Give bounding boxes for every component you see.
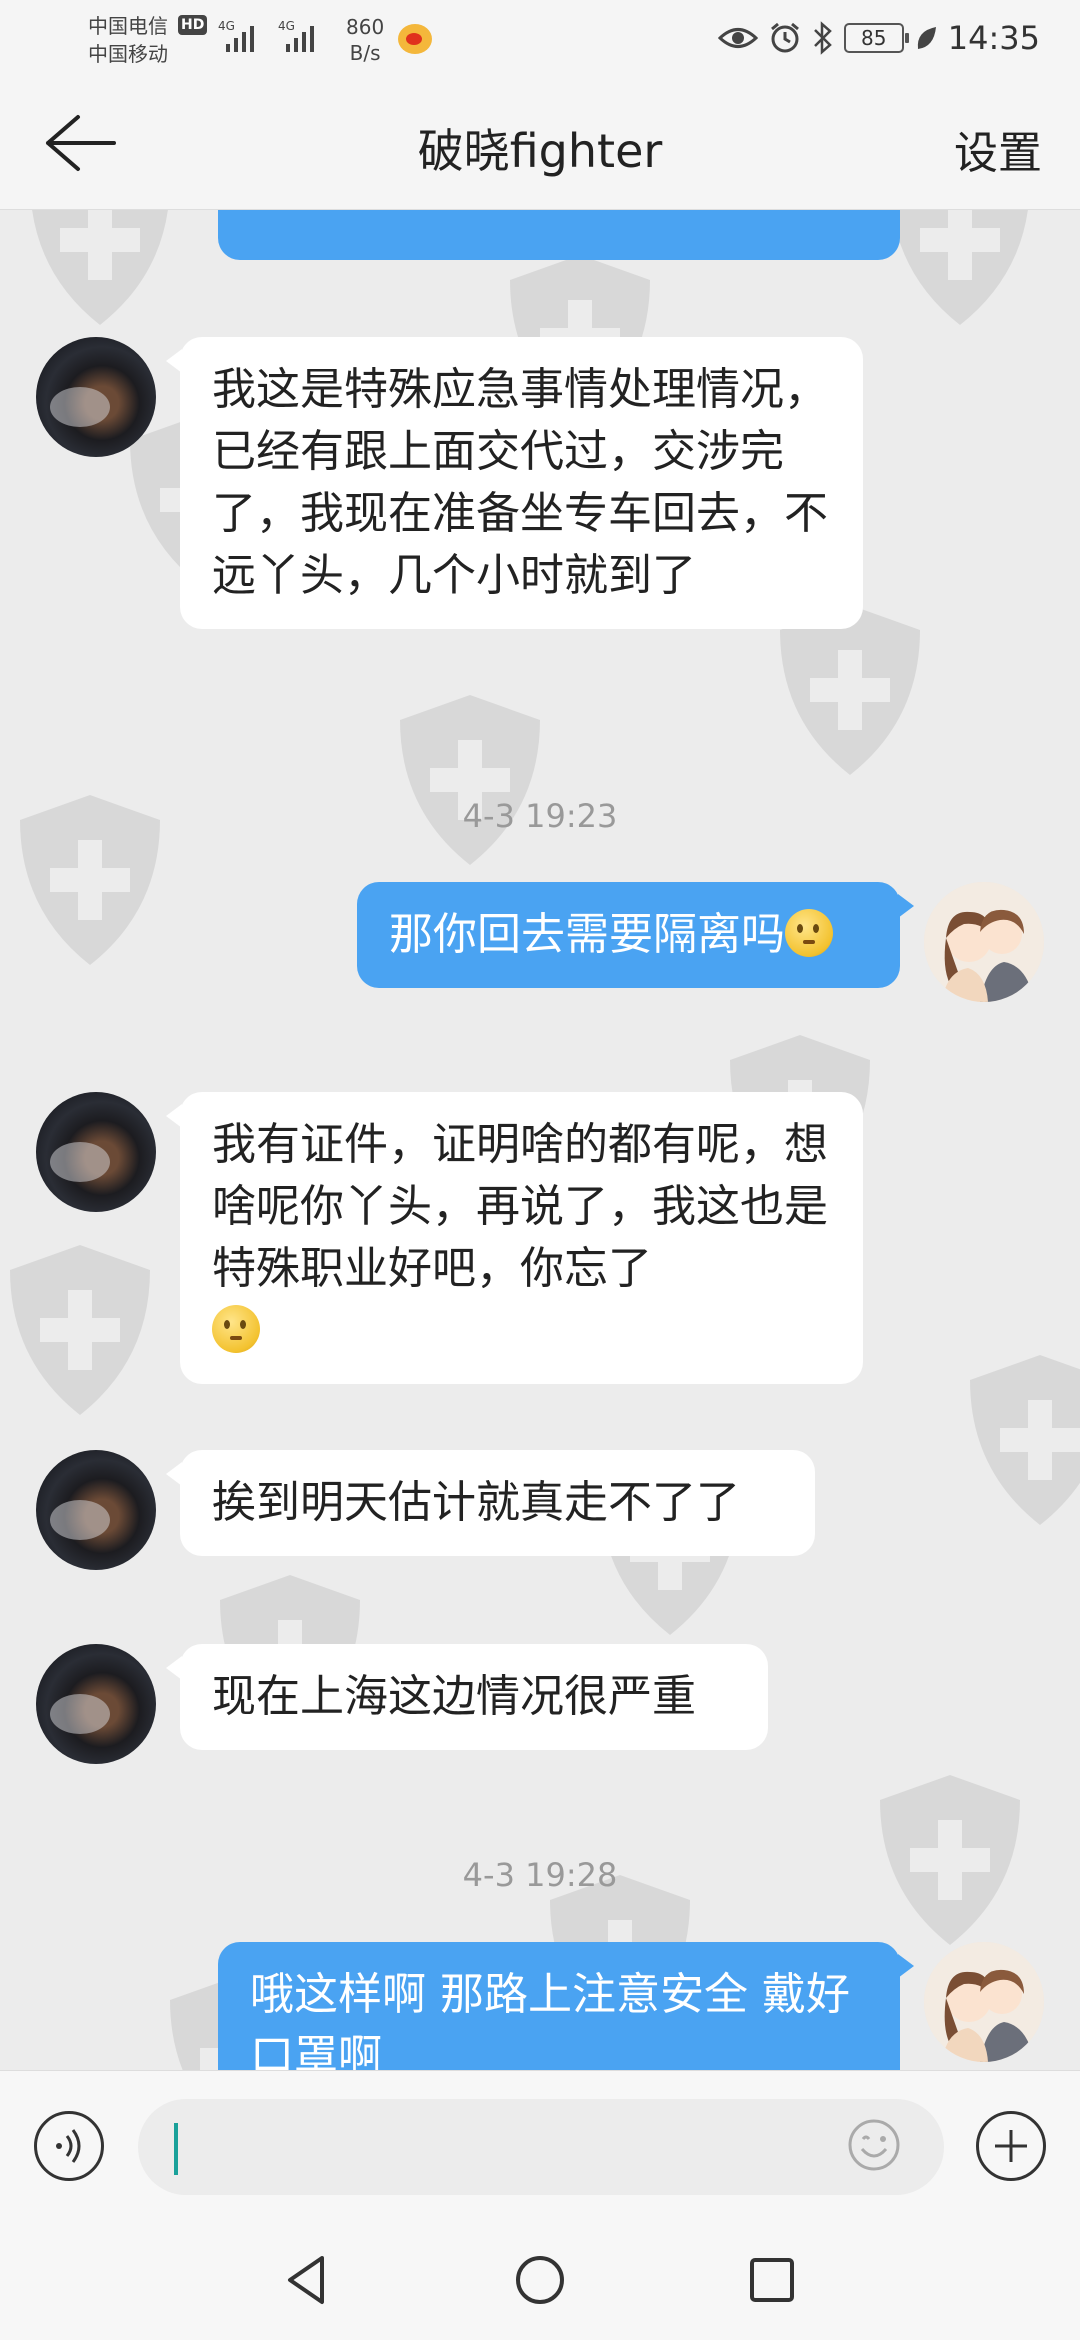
message-bubble-left[interactable]: 挨到明天估计就真走不了了 <box>166 1450 815 1556</box>
carrier-2: 中国移动 <box>88 42 168 66</box>
contact-avatar[interactable] <box>36 337 156 457</box>
message-text: 我有证件，证明啥的都有呢，想啥呢你丫头，再说了，我这也是特殊职业好吧，你忘了 <box>212 1119 828 1294</box>
signal-icon-2: 4G <box>278 19 314 52</box>
leaf-icon <box>917 27 936 49</box>
watermark-shield-icon <box>892 210 1028 325</box>
my-avatar[interactable] <box>924 882 1044 1002</box>
contact-avatar[interactable] <box>36 1644 156 1764</box>
message-text: 挨到明天估计就真走不了了 <box>212 1477 740 1528</box>
message-bubble-left[interactable]: 现在上海这边情况很严重 <box>166 1644 768 1750</box>
home-circle-icon[interactable] <box>510 2250 570 2310</box>
chat-message-list[interactable]: 我这是特殊应急事情处理情况，已经有跟上面交代过，交涉完了，我现在准备坐专车回去，… <box>0 210 1080 2070</box>
message-text: 那你回去需要隔离吗 <box>389 909 785 960</box>
signal-1-label: 4G <box>218 19 235 33</box>
clock: 14:35 <box>947 19 1040 57</box>
signal-icon: 4G <box>218 19 254 52</box>
carrier-labels: 中国电信 中国移动 <box>88 12 168 68</box>
plus-icon <box>995 2130 1027 2162</box>
net-speed-unit: B/s <box>349 41 381 65</box>
status-icons: 85 14:35 <box>717 16 1040 60</box>
net-speed-value: 860 <box>346 15 385 39</box>
message-text: 现在上海这边情况很严重 <box>212 1671 696 1722</box>
contact-avatar[interactable] <box>36 1092 156 1212</box>
text-cursor <box>174 2123 178 2175</box>
message-bubble-left[interactable]: 我有证件，证明啥的都有呢，想啥呢你丫头，再说了，我这也是特殊职业好吧，你忘了 <box>166 1092 863 1384</box>
carrier-1: 中国电信 <box>88 14 168 38</box>
message-text-input[interactable] <box>138 2099 944 2195</box>
net-speed: 860 B/s <box>346 14 384 66</box>
message-bubble-left[interactable]: 我这是特殊应急事情处理情况，已经有跟上面交代过，交涉完了，我现在准备坐专车回去，… <box>166 337 863 629</box>
message-bubble-right[interactable]: 哦这样啊 那路上注意安全 戴好口罩啊 <box>218 1942 914 2070</box>
system-navigation-bar <box>0 2220 1080 2340</box>
eye-icon <box>717 28 758 48</box>
watermark-shield-icon <box>10 1245 150 1415</box>
status-bar: 中国电信 中国移动 HD 4G 4G 860 B/s 85 14:35 <box>0 0 1080 75</box>
message-timestamp: 4-3 19:23 <box>462 797 618 835</box>
thinking-emoji-icon <box>212 1305 260 1353</box>
message-text: 我这是特殊应急事情处理情况，已经有跟上面交代过，交涉完了，我现在准备坐专车回去，… <box>212 364 828 601</box>
cartoon-couple-icon <box>924 1942 1044 2062</box>
back-triangle-icon[interactable] <box>278 2250 338 2310</box>
contact-avatar[interactable] <box>36 1450 156 1570</box>
weibo-icon <box>398 24 432 54</box>
message-input-bar <box>0 2070 1080 2220</box>
alarm-icon <box>770 22 799 53</box>
signal-2-label: 4G <box>278 19 295 33</box>
back-arrow-icon[interactable] <box>38 103 118 183</box>
message-text: 哦这样啊 那路上注意安全 戴好口罩啊 <box>250 1969 850 2070</box>
watermark-shield-icon <box>970 1355 1080 1525</box>
cartoon-couple-icon <box>924 882 1044 1002</box>
message-bubble-partial[interactable] <box>218 210 900 260</box>
message-bubble-right[interactable]: 那你回去需要隔离吗 <box>357 882 914 988</box>
chat-header: 破晓fighter 设置 <box>0 75 1080 210</box>
watermark-shield-icon <box>32 210 168 325</box>
my-avatar[interactable] <box>924 1942 1044 2062</box>
watermark-shield-icon <box>400 695 540 865</box>
thinking-emoji-icon <box>785 909 833 957</box>
voice-icon <box>56 2129 81 2163</box>
voice-input-button[interactable] <box>34 2111 104 2181</box>
chat-title: 破晓fighter <box>417 124 663 178</box>
more-options-button[interactable] <box>976 2111 1046 2181</box>
message-timestamp: 4-3 19:28 <box>462 1856 618 1894</box>
recents-square-icon[interactable] <box>742 2250 802 2310</box>
battery-icon: 85 <box>843 23 909 53</box>
hd-badge: HD <box>178 15 208 35</box>
bluetooth-icon <box>813 21 832 55</box>
emoji-icon[interactable] <box>844 2115 904 2175</box>
settings-button[interactable]: 设置 <box>954 117 1042 181</box>
